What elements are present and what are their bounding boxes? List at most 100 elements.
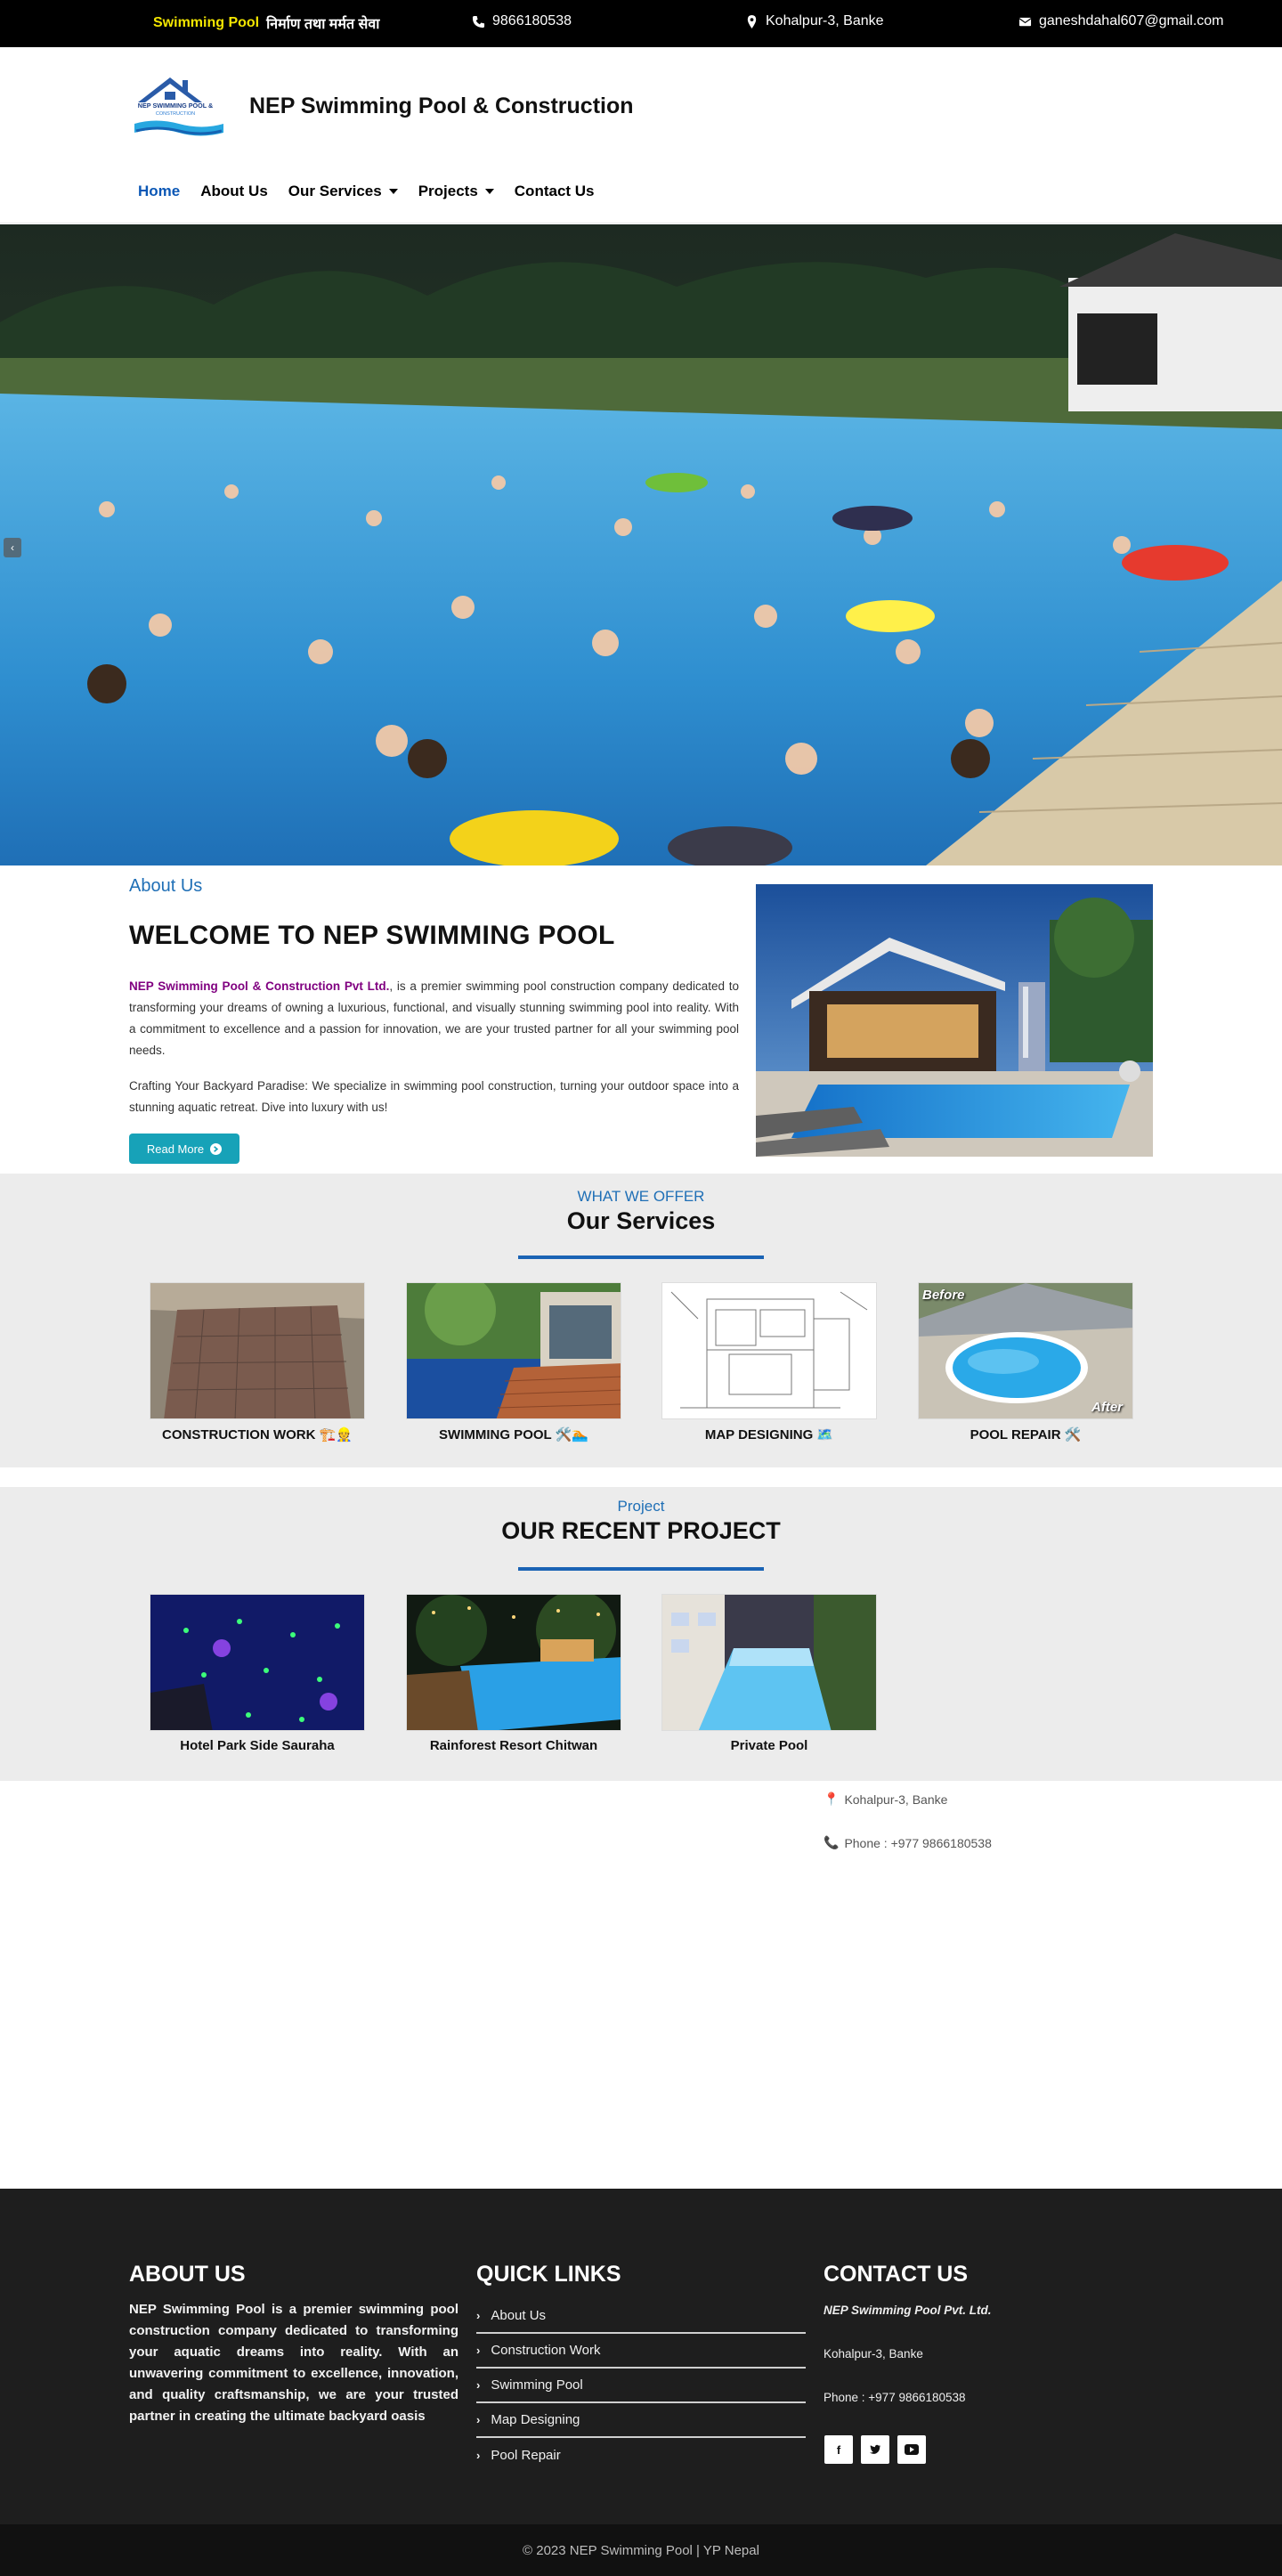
map-marker-icon	[747, 14, 757, 28]
footer-link-label: Swimming Pool	[491, 2377, 583, 2393]
service-caption: MAP DESIGNING 🗺️	[704, 1427, 834, 1442]
footer-about-heading: ABOUT US	[129, 2262, 246, 2287]
footer-links-heading: QUICK LINKS	[476, 2262, 621, 2287]
facebook-icon[interactable]: f	[824, 2435, 853, 2464]
footer-link-label: Map Designing	[491, 2412, 580, 2427]
footer-link-pool-repair[interactable]: › Pool Repair	[476, 2438, 806, 2473]
top-bar-address: Kohalpur-3, Banke	[745, 13, 884, 29]
envelope-icon	[1018, 17, 1032, 26]
service-caption: CONSTRUCTION WORK 🏗️👷	[161, 1427, 353, 1442]
top-bar-email[interactable]: ganeshdahal607@gmail.com	[1018, 13, 1223, 29]
footer-address: Kohalpur-3, Banke	[824, 2347, 923, 2361]
nav-about-us[interactable]: About Us	[200, 183, 268, 200]
service-image-pool-repair	[918, 1282, 1133, 1419]
footer-phone[interactable]: Phone : +977 9866180538	[824, 2391, 966, 2404]
service-image-construction	[150, 1282, 365, 1419]
footer-contact-heading: CONTACT US	[824, 2262, 969, 2287]
site-brand-name[interactable]: NEP Swimming Pool & Construction	[249, 93, 634, 119]
project-image-private-pool	[661, 1594, 877, 1731]
site-logo[interactable]: NEP SWIMMING POOL & CONSTRUCTION	[129, 69, 229, 140]
read-more-button[interactable]: Read More	[129, 1134, 239, 1164]
chevron-right-icon: ›	[476, 2309, 481, 2322]
about-image	[756, 884, 1153, 1157]
telephone-icon: 📞	[824, 1835, 840, 1849]
logo-icon: NEP SWIMMING POOL & CONSTRUCTION	[134, 77, 223, 136]
top-bar: Swimming Pool निर्माण तथा मर्मत सेवा 986…	[0, 0, 1282, 47]
about-paragraph-1: NEP Swimming Pool & Construction Pvt Ltd…	[129, 976, 739, 1061]
service-image-swimming-pool	[406, 1282, 621, 1419]
nav-about-label: About Us	[200, 183, 268, 199]
service-card-construction[interactable]: CONSTRUCTION WORK 🏗️👷	[150, 1282, 365, 1442]
youtube-icon[interactable]	[897, 2435, 926, 2464]
service-card-map-designing[interactable]: MAP DESIGNING 🗺️	[661, 1282, 877, 1442]
slider-prev-button[interactable]: ‹	[4, 538, 21, 557]
chevron-right-icon: ›	[476, 2413, 481, 2426]
copyright-text: © 2023 NEP Swimming Pool | YP Nepal	[523, 2542, 759, 2558]
about-label: About Us	[129, 876, 203, 896]
service-card-swimming-pool[interactable]: SWIMMING POOL 🛠️🏊	[406, 1282, 621, 1442]
nav-contact-us[interactable]: Contact Us	[515, 183, 595, 200]
nav-contact-label: Contact Us	[514, 183, 595, 199]
project-card-hotel-park-side[interactable]: Hotel Park Side Sauraha	[150, 1594, 365, 1753]
footer-quick-links: › About Us › Construction Work › Swimming P…	[476, 2299, 806, 2473]
contact-strip-address: 📍 Kohalpur-3, Banke	[824, 1792, 947, 1807]
site-header: NEP SWIMMING POOL & CONSTRUCTION NEP Swi…	[0, 47, 1282, 223]
arrow-circle-right-icon	[210, 1142, 223, 1155]
services-section: WHAT WE OFFER Our Services CONSTRUCTION …	[0, 1174, 1282, 1467]
projects-divider	[518, 1567, 764, 1571]
site-footer: ABOUT US NEP Swimming Pool is a premier …	[0, 2189, 1282, 2524]
about-section: About Us WELCOME TO NEP SWIMMING POOL NE…	[0, 865, 1282, 1174]
logo-text-line2: CONSTRUCTION	[156, 111, 195, 117]
top-bar-email-text: ganeshdahal607@gmail.com	[1039, 13, 1224, 28]
footer-link-about-us[interactable]: › About Us	[476, 2299, 806, 2334]
project-caption: Rainforest Resort Chitwan	[429, 1738, 598, 1753]
top-bar-slogan: Swimming Pool निर्माण तथा मर्मत सेवा	[153, 13, 379, 33]
before-label: Before	[922, 1288, 965, 1303]
project-card-rainforest-resort[interactable]: Rainforest Resort Chitwan	[406, 1594, 621, 1753]
projects-kicker: Project	[617, 1498, 665, 1515]
service-caption: SWIMMING POOL 🛠️🏊	[439, 1427, 588, 1442]
pin-icon: 📍	[824, 1792, 840, 1806]
caret-down-icon	[484, 189, 494, 194]
projects-title: OUR RECENT PROJECT	[501, 1517, 781, 1544]
caret-down-icon	[388, 189, 398, 194]
hero-slider: ‹	[0, 224, 1282, 865]
contact-strip-phone-text: Phone : +977 9866180538	[844, 1835, 992, 1850]
about-title: WELCOME TO NEP SWIMMING POOL	[129, 921, 615, 950]
project-card-private-pool[interactable]: Private Pool	[661, 1594, 877, 1753]
chevron-right-icon: ›	[476, 2378, 481, 2392]
nav-services-label: Our Services	[288, 183, 382, 199]
read-more-label: Read More	[146, 1142, 205, 1156]
nav-home[interactable]: Home	[138, 183, 180, 200]
footer-link-label: About Us	[491, 2308, 547, 2323]
nav-projects-label: Projects	[418, 183, 478, 199]
nav-our-services[interactable]: Our Services	[288, 183, 398, 200]
top-bar-phone[interactable]: 9866180538	[472, 13, 572, 29]
contact-strip-phone[interactable]: 📞 Phone : +977 9866180538	[824, 1835, 992, 1850]
top-bar-address-text: Kohalpur-3, Banke	[766, 13, 884, 28]
phone-icon	[472, 15, 485, 28]
services-title: Our Services	[566, 1207, 716, 1234]
contact-strip-address-text: Kohalpur-3, Banke	[844, 1792, 948, 1807]
service-card-pool-repair[interactable]: POOL REPAIR 🛠️	[918, 1282, 1133, 1442]
project-caption: Private Pool	[730, 1738, 808, 1753]
service-image-map-designing	[661, 1282, 877, 1419]
twitter-icon[interactable]	[861, 2435, 889, 2464]
project-caption: Hotel Park Side Sauraha	[180, 1738, 335, 1753]
footer-link-swimming-pool[interactable]: › Swimming Pool	[476, 2369, 806, 2403]
footer-link-construction-work[interactable]: › Construction Work	[476, 2334, 806, 2369]
services-divider	[518, 1255, 764, 1259]
copyright-bar: © 2023 NEP Swimming Pool | YP Nepal	[0, 2524, 1282, 2576]
nav-home-label: Home	[138, 183, 181, 199]
footer-social-links: f	[824, 2435, 926, 2464]
footer-company-name: NEP Swimming Pool Pvt. Ltd.	[824, 2304, 992, 2317]
services-kicker: WHAT WE OFFER	[577, 1188, 705, 1205]
footer-about-text: NEP Swimming Pool is a premier swimming …	[129, 2302, 458, 2424]
nav-projects[interactable]: Projects	[418, 183, 494, 200]
chevron-right-icon: ›	[476, 2449, 481, 2462]
footer-link-map-designing[interactable]: › Map Designing	[476, 2403, 806, 2438]
about-paragraph-2: Crafting Your Backyard Paradise: We spec…	[129, 1079, 739, 1114]
top-bar-phone-text: 9866180538	[492, 13, 572, 28]
logo-text-line1: NEP SWIMMING POOL &	[138, 102, 213, 110]
slogan-text: निर्माण तथा मर्मत सेवा	[266, 17, 380, 32]
